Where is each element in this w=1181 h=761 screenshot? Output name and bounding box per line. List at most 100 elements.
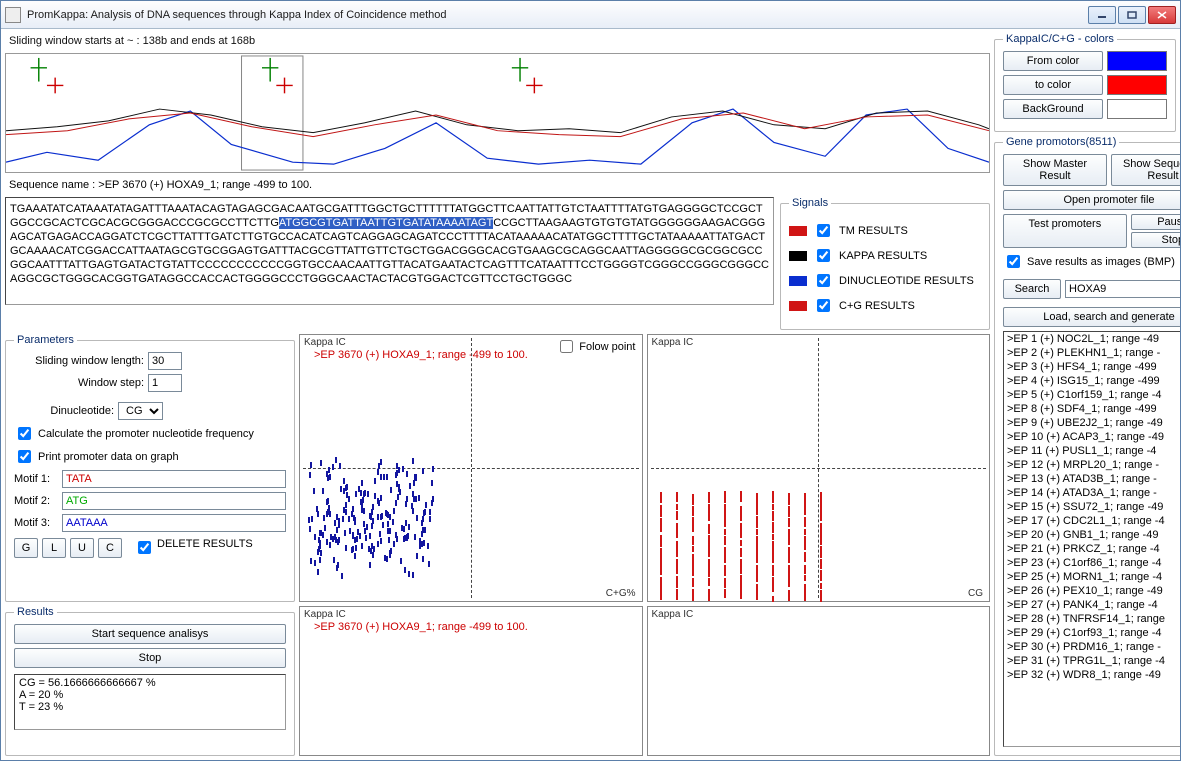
motif1-label: Motif 1: <box>14 473 58 485</box>
colors-legend: KappaIC/C+G - colors <box>1003 33 1117 45</box>
list-item[interactable]: >EP 13 (+) ATAD3B_1; range - <box>1004 472 1180 486</box>
from-color-swatch[interactable] <box>1107 51 1167 71</box>
parameters-group: Parameters Sliding window length: Window… <box>5 334 295 602</box>
maximize-button[interactable] <box>1118 6 1146 24</box>
background-color-swatch[interactable] <box>1107 99 1167 119</box>
minimize-button[interactable] <box>1088 6 1116 24</box>
sliding-window-length-input[interactable] <box>148 352 182 370</box>
stop-analysis-button[interactable]: Stop <box>14 648 286 668</box>
c-button[interactable]: C <box>98 538 122 558</box>
print-graph-checkbox[interactable] <box>18 450 31 463</box>
delete-results-checkbox[interactable] <box>138 541 151 554</box>
kappa-chart-bottom-right[interactable]: Kappa IC <box>647 606 991 756</box>
list-item[interactable]: >EP 10 (+) ACAP3_1; range -49 <box>1004 430 1180 444</box>
start-analysis-button[interactable]: Start sequence analisys <box>14 624 286 644</box>
to-color-swatch[interactable] <box>1107 75 1167 95</box>
chart-title-4: Kappa IC <box>652 609 694 620</box>
calc-freq-checkbox[interactable] <box>18 427 31 440</box>
to-color-button[interactable]: to color <box>1003 75 1103 95</box>
app-icon <box>5 7 21 23</box>
signals-legend: Signals <box>789 197 831 209</box>
kappa-chart-bottom[interactable]: Kappa IC >EP 3670 (+) HOXA9_1; range -49… <box>299 606 643 756</box>
l-button[interactable]: L <box>42 538 66 558</box>
dinuc-results-checkbox[interactable] <box>817 274 830 287</box>
list-item[interactable]: >EP 15 (+) SSU72_1; range -49 <box>1004 500 1180 514</box>
sliding-window-status: Sliding window starts at ~ : 138b and en… <box>5 33 990 49</box>
list-item[interactable]: >EP 4 (+) ISG15_1; range -499 <box>1004 374 1180 388</box>
tm-results-label: TM RESULTS <box>839 225 908 237</box>
chart-title-3: Kappa IC <box>304 609 346 620</box>
motif3-label: Motif 3: <box>14 517 58 529</box>
results-legend: Results <box>14 606 57 618</box>
step-label: Window step: <box>14 377 144 389</box>
kappa-results-checkbox[interactable] <box>817 249 830 262</box>
show-master-result-button[interactable]: Show Master Result <box>1003 154 1107 186</box>
list-item[interactable]: >EP 5 (+) C1orf159_1; range -4 <box>1004 388 1180 402</box>
kappa-cg-chart[interactable]: Kappa IC >EP 3670 (+) HOXA9_1; range -49… <box>299 334 643 602</box>
chart-xaxis-2: CG <box>968 588 983 599</box>
list-item[interactable]: >EP 2 (+) PLEKHN1_1; range - <box>1004 346 1180 360</box>
window-title: PromKappa: Analysis of DNA sequences thr… <box>27 9 1088 21</box>
save-bmp-checkbox[interactable] <box>1007 255 1020 268</box>
motif3-input[interactable] <box>62 514 286 532</box>
list-item[interactable]: >EP 1 (+) NOC2L_1; range -49 <box>1004 332 1180 346</box>
cg-results-checkbox[interactable] <box>817 299 830 312</box>
chart-sub-3: >EP 3670 (+) HOXA9_1; range -499 to 100. <box>314 621 528 633</box>
test-promoters-button[interactable]: Test promoters <box>1003 214 1127 248</box>
list-item[interactable]: >EP 25 (+) MORN1_1; range -4 <box>1004 570 1180 584</box>
search-button[interactable]: Search <box>1003 279 1061 299</box>
motif1-input[interactable] <box>62 470 286 488</box>
overview-chart[interactable] <box>5 53 990 173</box>
background-color-button[interactable]: BackGround <box>1003 99 1103 119</box>
list-item[interactable]: >EP 32 (+) WDR8_1; range -49 <box>1004 668 1180 682</box>
window-step-input[interactable] <box>148 374 182 392</box>
list-item[interactable]: >EP 21 (+) PRKCZ_1; range -4 <box>1004 542 1180 556</box>
load-search-generate-button[interactable]: Load, search and generate <box>1003 307 1180 327</box>
list-item[interactable]: >EP 26 (+) PEX10_1; range -49 <box>1004 584 1180 598</box>
list-item[interactable]: >EP 8 (+) SDF4_1; range -499 <box>1004 402 1180 416</box>
search-input[interactable] <box>1065 280 1180 298</box>
calc-freq-label: Calculate the promoter nucleotide freque… <box>38 428 254 440</box>
dinucleotide-select[interactable]: CG <box>118 402 163 420</box>
tm-results-checkbox[interactable] <box>817 224 830 237</box>
titlebar: PromKappa: Analysis of DNA sequences thr… <box>1 1 1180 29</box>
list-item[interactable]: >EP 31 (+) TPRG1L_1; range -4 <box>1004 654 1180 668</box>
show-sequence-result-button[interactable]: Show Sequence Result <box>1111 154 1180 186</box>
motif2-label: Motif 2: <box>14 495 58 507</box>
list-item[interactable]: >EP 29 (+) C1orf93_1; range -4 <box>1004 626 1180 640</box>
pause-button[interactable]: Pause <box>1131 214 1180 230</box>
promoter-listbox[interactable]: >EP 1 (+) NOC2L_1; range -49>EP 2 (+) PL… <box>1003 331 1180 747</box>
close-button[interactable] <box>1148 6 1176 24</box>
kappa-cg-chart-right[interactable]: Kappa IC CG <box>647 334 991 602</box>
sequence-highlight: ATGGCGTGATTAATTGTGATATAAAATAGT <box>279 217 493 229</box>
list-item[interactable]: >EP 11 (+) PUSL1_1; range -4 <box>1004 444 1180 458</box>
list-item[interactable]: >EP 23 (+) C1orf86_1; range -4 <box>1004 556 1180 570</box>
list-item[interactable]: >EP 14 (+) ATAD3A_1; range - <box>1004 486 1180 500</box>
list-item[interactable]: >EP 17 (+) CDC2L1_1; range -4 <box>1004 514 1180 528</box>
list-item[interactable]: >EP 9 (+) UBE2J2_1; range -49 <box>1004 416 1180 430</box>
motif2-input[interactable] <box>62 492 286 510</box>
results-text[interactable] <box>14 674 286 730</box>
promoter-stop-button[interactable]: Stop <box>1131 232 1180 248</box>
chart-xaxis-1: C+G% <box>606 588 636 599</box>
u-button[interactable]: U <box>70 538 94 558</box>
from-color-button[interactable]: From color <box>1003 51 1103 71</box>
list-item[interactable]: >EP 12 (+) MRPL20_1; range - <box>1004 458 1180 472</box>
colors-group: KappaIC/C+G - colors From color to color… <box>994 33 1176 132</box>
tm-color-swatch <box>789 226 807 236</box>
cg-color-swatch <box>789 301 807 311</box>
kappa-color-swatch <box>789 251 807 261</box>
list-item[interactable]: >EP 28 (+) TNFRSF14_1; range <box>1004 612 1180 626</box>
promoters-legend: Gene promotors(8511) <box>1003 136 1119 148</box>
list-item[interactable]: >EP 3 (+) HFS4_1; range -499 <box>1004 360 1180 374</box>
open-promoter-file-button[interactable]: Open promoter file <box>1003 190 1180 210</box>
sequence-textbox[interactable]: TGAAATATCATAAATATAGATTTAAATACAGTAGAGCGAC… <box>5 197 774 305</box>
list-item[interactable]: >EP 20 (+) GNB1_1; range -49 <box>1004 528 1180 542</box>
g-button[interactable]: G <box>14 538 38 558</box>
scatter-red <box>648 335 990 601</box>
list-item[interactable]: >EP 30 (+) PRDM16_1; range - <box>1004 640 1180 654</box>
signals-group: Signals TM RESULTS KAPPA RESULTS DINUCLE… <box>780 197 990 330</box>
list-item[interactable]: >EP 27 (+) PANK4_1; range -4 <box>1004 598 1180 612</box>
dinuc-results-label: DINUCLEOTIDE RESULTS <box>839 275 974 287</box>
save-bmp-label: Save results as images (BMP) <box>1027 256 1175 268</box>
